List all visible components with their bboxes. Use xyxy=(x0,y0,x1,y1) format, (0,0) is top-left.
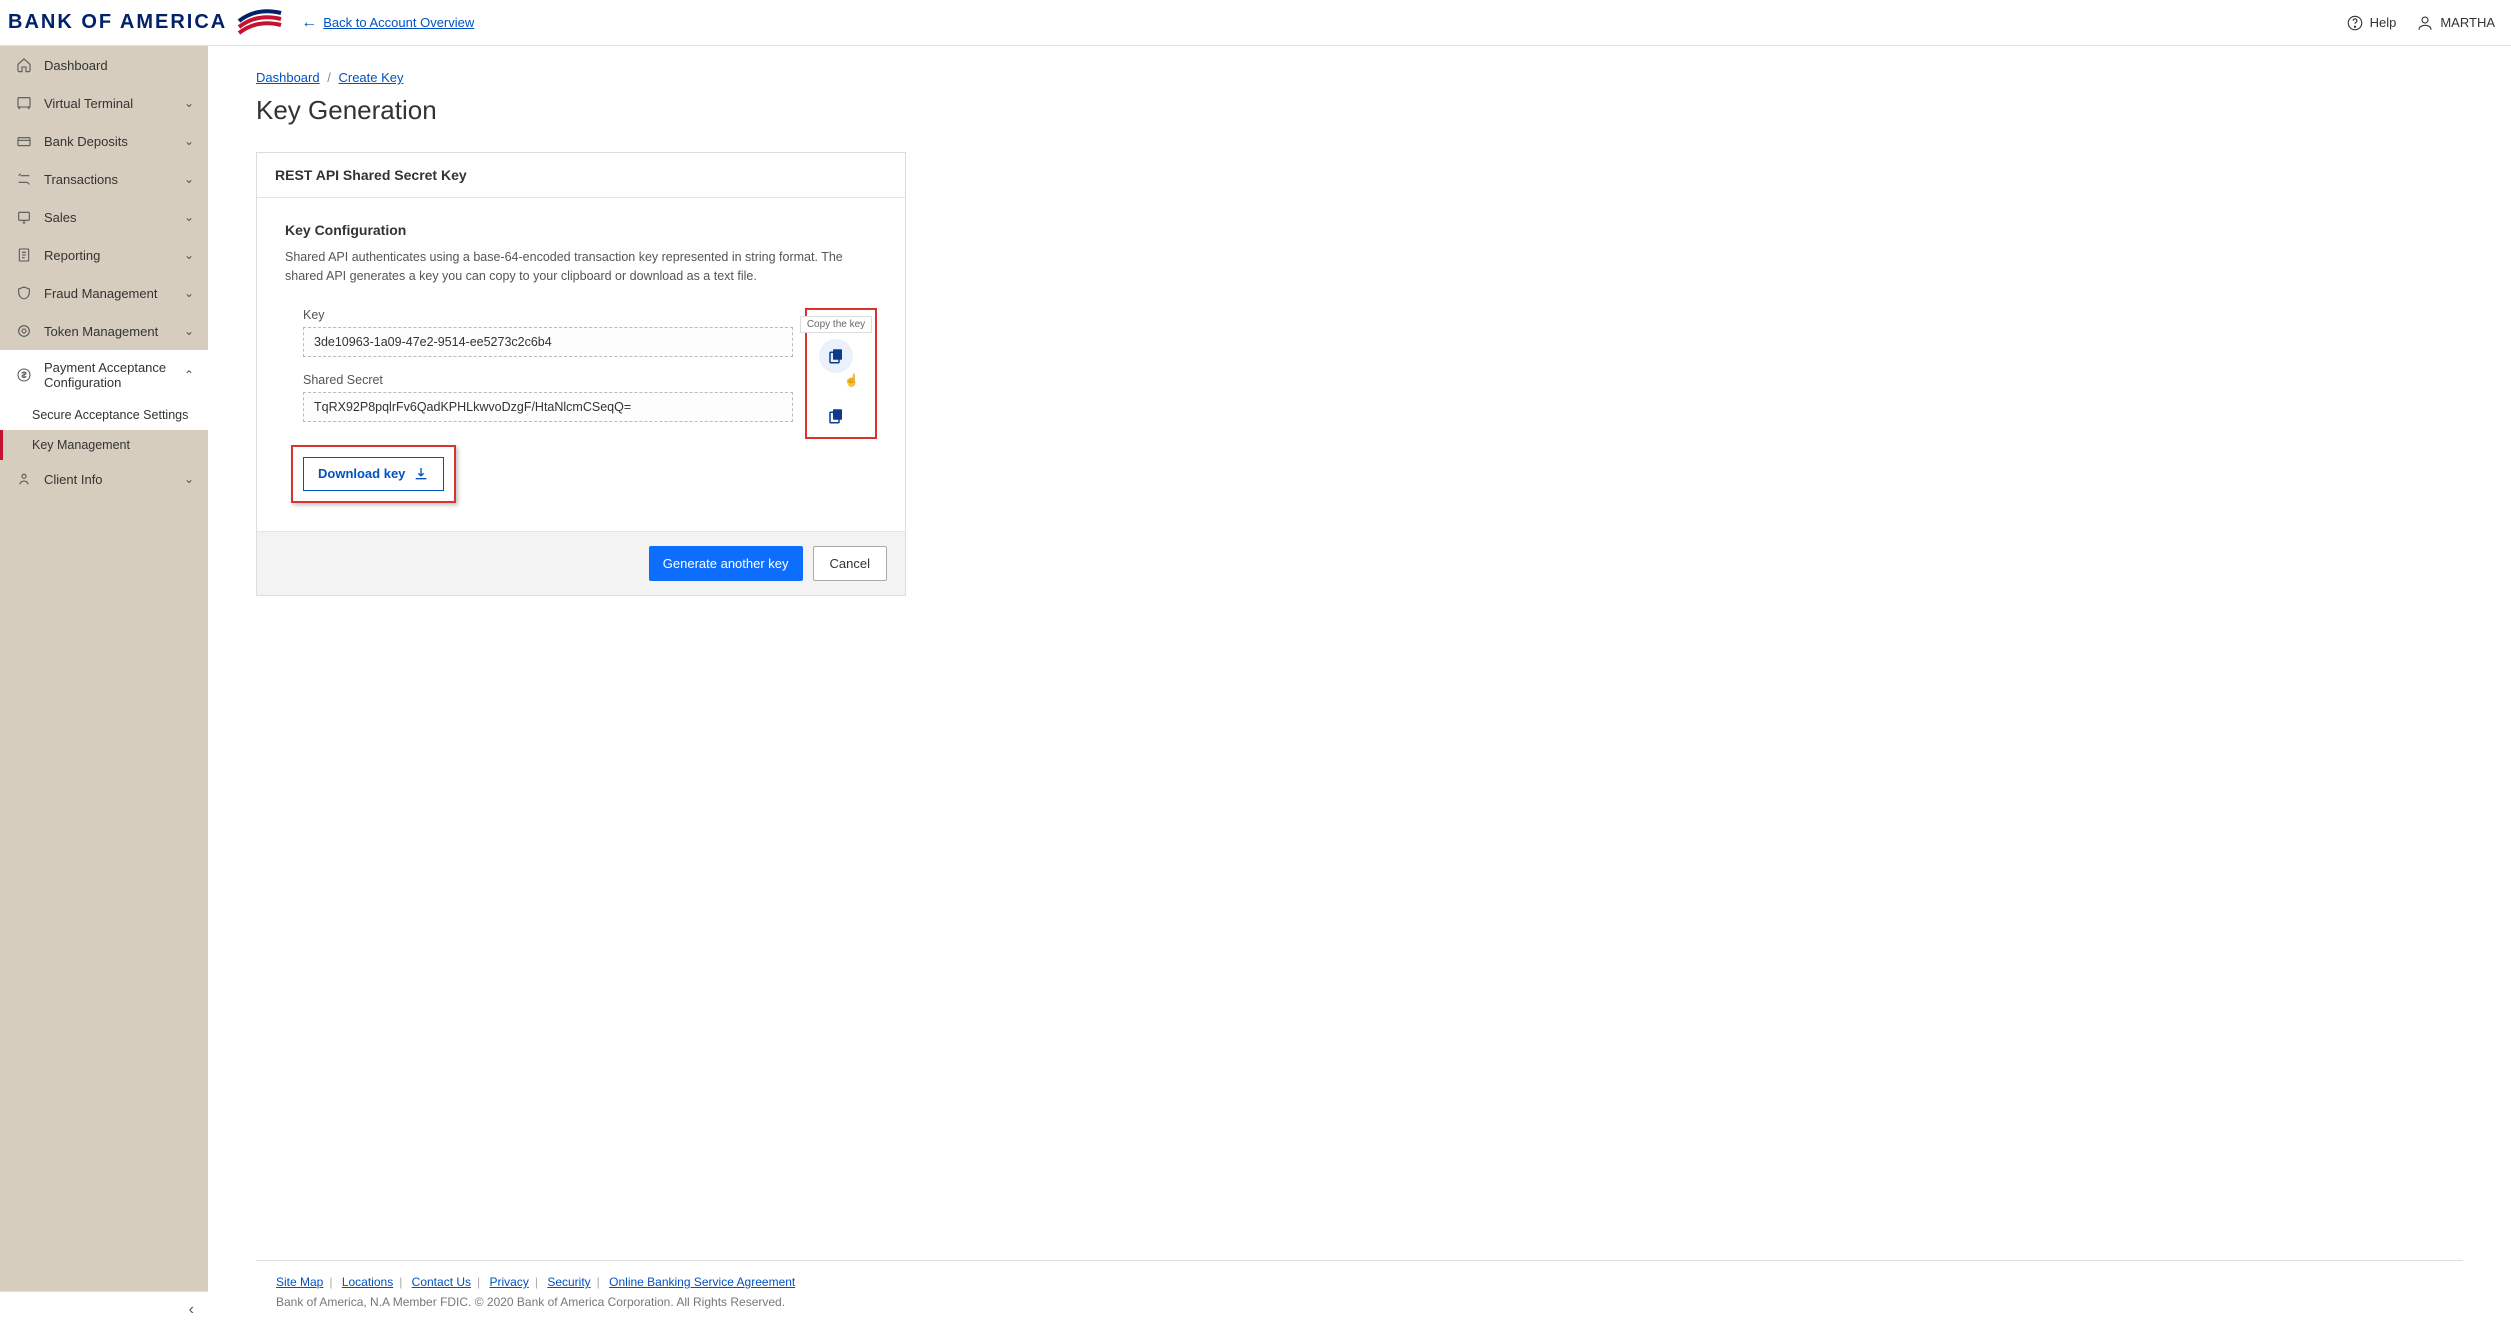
key-generation-card: REST API Shared Secret Key Key Configura… xyxy=(256,152,906,596)
secret-field-input[interactable] xyxy=(303,392,793,422)
deposits-icon xyxy=(16,133,32,149)
help-label: Help xyxy=(2370,15,2397,30)
sidebar-item-sales[interactable]: Sales ⌄ xyxy=(0,198,208,236)
chevron-down-icon: ⌄ xyxy=(184,96,194,110)
copy-icon xyxy=(827,347,845,365)
sidebar-item-label: Reporting xyxy=(44,248,172,263)
home-icon xyxy=(16,57,32,73)
footer-link-site-map[interactable]: Site Map xyxy=(276,1275,323,1289)
sidebar-item-transactions[interactable]: Transactions ⌄ xyxy=(0,160,208,198)
sales-icon xyxy=(16,209,32,225)
copy-key-button[interactable] xyxy=(819,339,853,373)
section-title: Key Configuration xyxy=(285,222,877,238)
transactions-icon xyxy=(16,171,32,187)
chevron-left-icon: ‹ xyxy=(189,1301,194,1319)
sidebar-item-label: Dashboard xyxy=(44,58,194,73)
help-icon xyxy=(2346,14,2364,32)
sidebar-item-label: Payment Acceptance Configuration xyxy=(44,360,172,390)
sidebar-item-dashboard[interactable]: Dashboard xyxy=(0,46,208,84)
user-icon xyxy=(2416,14,2434,32)
sidebar-item-payment-config[interactable]: Payment Acceptance Configuration ⌃ xyxy=(0,350,208,400)
footer-link-agreement[interactable]: Online Banking Service Agreement xyxy=(609,1275,795,1289)
chevron-down-icon: ⌄ xyxy=(184,472,194,486)
sidebar-item-label: Client Info xyxy=(44,472,172,487)
section-description: Shared API authenticates using a base-64… xyxy=(285,248,865,286)
footer-link-contact[interactable]: Contact Us xyxy=(412,1275,471,1289)
footer-link-privacy[interactable]: Privacy xyxy=(490,1275,529,1289)
sidebar-item-label: Token Management xyxy=(44,324,172,339)
breadcrumb-create-key[interactable]: Create Key xyxy=(338,70,403,85)
chevron-down-icon: ⌄ xyxy=(184,210,194,224)
sidebar-item-reporting[interactable]: Reporting ⌄ xyxy=(0,236,208,274)
sidebar-item-client-info[interactable]: Client Info ⌄ xyxy=(0,460,208,498)
sidebar-item-label: Bank Deposits xyxy=(44,134,172,149)
page-title: Key Generation xyxy=(256,95,2463,126)
user-name-label: MARTHA xyxy=(2440,15,2495,30)
sidebar-item-label: Sales xyxy=(44,210,172,225)
sidebar-collapse-button[interactable]: ‹ xyxy=(0,1291,208,1327)
sidebar-item-virtual-terminal[interactable]: Virtual Terminal ⌄ xyxy=(0,84,208,122)
user-menu[interactable]: MARTHA xyxy=(2416,14,2495,32)
chevron-up-icon: ⌃ xyxy=(184,368,194,382)
cancel-button[interactable]: Cancel xyxy=(813,546,887,581)
brand-flag-icon xyxy=(237,7,283,38)
chevron-down-icon: ⌄ xyxy=(184,172,194,186)
dollar-gear-icon xyxy=(16,367,32,383)
download-icon xyxy=(413,466,429,482)
sidebar-nav: Dashboard Virtual Terminal ⌄ Bank Deposi… xyxy=(0,46,208,1327)
card-header: REST API Shared Secret Key xyxy=(257,153,905,198)
help-link[interactable]: Help xyxy=(2346,14,2397,32)
chevron-down-icon: ⌄ xyxy=(184,248,194,262)
terminal-icon xyxy=(16,95,32,111)
copy-secret-button[interactable] xyxy=(819,399,853,433)
main-content: Dashboard / Create Key Key Generation RE… xyxy=(208,46,2511,1327)
secret-field-label: Shared Secret xyxy=(303,373,793,387)
footer-link-locations[interactable]: Locations xyxy=(342,1275,393,1289)
breadcrumb-dashboard[interactable]: Dashboard xyxy=(256,70,320,85)
cursor-hand-icon: ☝ xyxy=(844,373,859,387)
sidebar-item-token[interactable]: Token Management ⌄ xyxy=(0,312,208,350)
sidebar-item-label: Virtual Terminal xyxy=(44,96,172,111)
generate-another-key-button[interactable]: Generate another key xyxy=(649,546,803,581)
copy-tooltip: Copy the key xyxy=(800,316,872,333)
token-icon xyxy=(16,323,32,339)
chevron-down-icon: ⌄ xyxy=(184,286,194,300)
person-icon xyxy=(16,471,32,487)
app-header: BANK OF AMERICA ← Back to Account Overvi… xyxy=(0,0,2511,46)
key-field-input[interactable] xyxy=(303,327,793,357)
shield-icon xyxy=(16,285,32,301)
breadcrumb: Dashboard / Create Key xyxy=(256,70,2463,85)
back-arrow-icon: ← xyxy=(301,14,317,32)
sidebar-item-label: Fraud Management xyxy=(44,286,172,301)
copy-icon xyxy=(827,407,845,425)
download-key-button[interactable]: Download key xyxy=(303,457,444,491)
sidebar-item-bank-deposits[interactable]: Bank Deposits ⌄ xyxy=(0,122,208,160)
footer-copyright: Bank of America, N.A Member FDIC. © 2020… xyxy=(276,1295,2443,1309)
sidebar-sub-key-management[interactable]: Key Management xyxy=(0,430,208,460)
brand-logo-text: BANK OF AMERICA xyxy=(8,11,227,34)
chevron-down-icon: ⌄ xyxy=(184,134,194,148)
reporting-icon xyxy=(16,247,32,263)
sidebar-sub-secure-acceptance[interactable]: Secure Acceptance Settings xyxy=(0,400,208,430)
chevron-down-icon: ⌄ xyxy=(184,324,194,338)
footer-link-security[interactable]: Security xyxy=(547,1275,590,1289)
sidebar-item-fraud[interactable]: Fraud Management ⌄ xyxy=(0,274,208,312)
breadcrumb-sep: / xyxy=(327,70,331,85)
page-footer: Site Map| Locations| Contact Us| Privacy… xyxy=(256,1260,2463,1327)
download-key-label: Download key xyxy=(318,466,405,481)
back-to-overview-link[interactable]: Back to Account Overview xyxy=(323,15,474,30)
sidebar-item-label: Transactions xyxy=(44,172,172,187)
key-field-label: Key xyxy=(303,308,793,322)
